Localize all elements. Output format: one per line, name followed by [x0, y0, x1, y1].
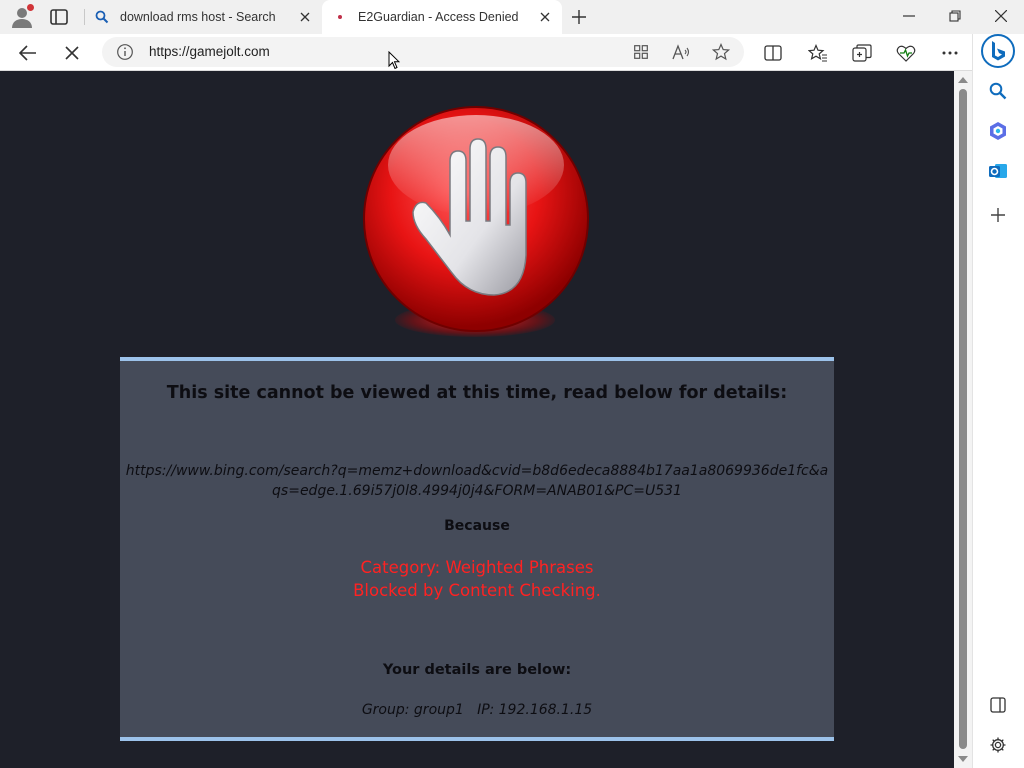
- minimize-icon[interactable]: [886, 0, 932, 32]
- read-aloud-icon[interactable]: [671, 42, 691, 62]
- more-menu-icon[interactable]: [936, 39, 964, 67]
- address-bar[interactable]: https://gamejolt.com: [102, 37, 744, 67]
- microsoft-365-icon[interactable]: [985, 118, 1011, 144]
- stop-loading-icon[interactable]: [58, 39, 86, 67]
- collections-icon[interactable]: [848, 39, 876, 67]
- close-tab-icon[interactable]: [534, 6, 556, 28]
- favorites-icon[interactable]: [804, 39, 832, 67]
- page-scrollbar[interactable]: [954, 71, 972, 768]
- browser-essentials-icon[interactable]: [892, 39, 920, 67]
- tab-label: download rms host - Search: [120, 10, 276, 24]
- tab-label: E2Guardian - Access Denied: [358, 10, 519, 24]
- details-heading: Your details are below:: [382, 662, 572, 678]
- scroll-down-icon[interactable]: [958, 755, 968, 763]
- search-icon: [94, 9, 110, 25]
- sidebar: [972, 34, 1024, 768]
- search-icon[interactable]: [985, 78, 1011, 104]
- bing-copilot-icon[interactable]: [981, 34, 1015, 68]
- back-arrow-icon[interactable]: [14, 39, 42, 67]
- restore-icon[interactable]: [932, 0, 978, 32]
- close-tab-icon[interactable]: [294, 6, 316, 28]
- mouse-cursor-icon: [388, 51, 400, 70]
- because-label: Because: [444, 518, 510, 534]
- block-reason: Blocked by Content Checking.: [353, 581, 601, 600]
- add-icon[interactable]: [985, 202, 1011, 228]
- apps-icon[interactable]: [631, 42, 651, 62]
- url-text[interactable]: https://gamejolt.com: [149, 44, 270, 59]
- new-tab-icon[interactable]: [567, 5, 591, 29]
- block-category: Category: Weighted Phrases: [360, 558, 594, 577]
- settings-gear-icon[interactable]: [985, 732, 1011, 758]
- stop-hand-icon: [363, 106, 589, 332]
- panel-heading: This site cannot be viewed at this time,…: [166, 383, 788, 403]
- outlook-icon[interactable]: [985, 158, 1011, 184]
- tab-strip: download rms host - Search E2Guardian - …: [0, 0, 1024, 34]
- tab-search[interactable]: download rms host - Search: [84, 0, 322, 34]
- favorite-star-icon[interactable]: [711, 42, 731, 62]
- tab-actions-icon[interactable]: [48, 7, 70, 27]
- access-denied-panel: This site cannot be viewed at this time,…: [120, 357, 834, 741]
- sidebar-toggle-icon[interactable]: [985, 692, 1011, 718]
- dot-icon: [332, 9, 348, 25]
- scrollbar-thumb[interactable]: [959, 89, 967, 749]
- notification-dot-icon: [27, 4, 34, 11]
- scroll-up-icon[interactable]: [958, 76, 968, 84]
- split-screen-icon[interactable]: [759, 39, 787, 67]
- blocked-url: https://www.bing.com/search?q=memz+downl…: [125, 463, 829, 499]
- user-details: Group: group1 IP: 192.168.1.15: [361, 702, 593, 718]
- close-window-icon[interactable]: [978, 0, 1024, 32]
- page-content: This site cannot be viewed at this time,…: [0, 71, 954, 768]
- toolbar: https://gamejolt.com: [0, 34, 1024, 71]
- info-icon[interactable]: [116, 43, 134, 61]
- tab-access-denied[interactable]: E2Guardian - Access Denied: [322, 0, 562, 34]
